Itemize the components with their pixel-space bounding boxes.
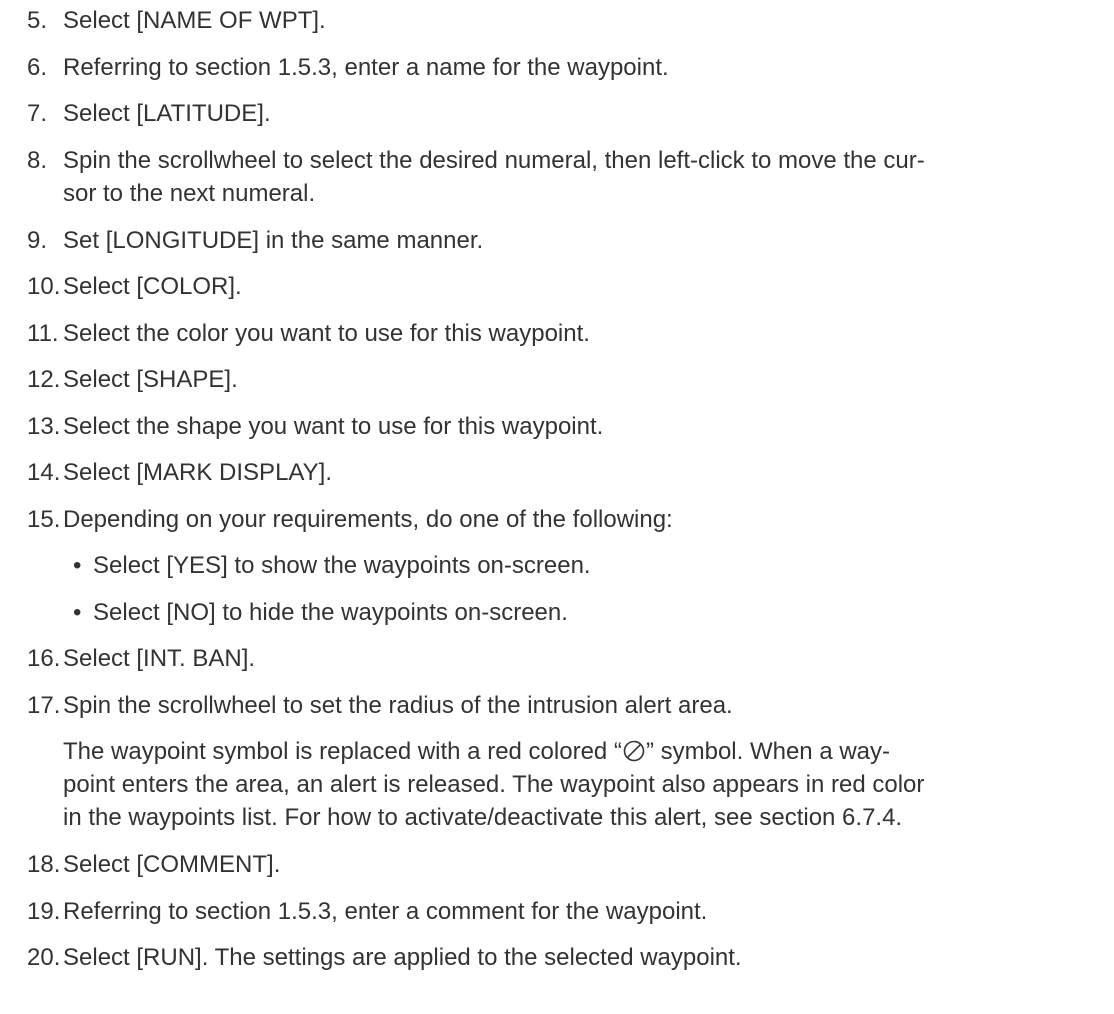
step-text: Select [NAME OF WPT]. (63, 7, 326, 34)
step-text: Select [COLOR]. (63, 273, 242, 300)
bullet-text: Select [YES] to show the waypoints on-sc… (93, 552, 591, 579)
step-text: Depending on your requirements, do one o… (63, 506, 673, 533)
step-number: 17. (27, 692, 61, 719)
step-number: 20. (27, 944, 61, 971)
step-number: 9. (27, 227, 48, 254)
note-text: ” symbol. When a way- (645, 738, 891, 765)
step-text: Select the shape you want to use for thi… (63, 413, 604, 440)
step-text: Spin the scrollwheel to set the radius o… (63, 692, 733, 719)
step-number: 19. (27, 898, 61, 925)
step-text: Select [LATITUDE]. (63, 100, 271, 127)
procedure-steps: 5. Select [NAME OF WPT]. 6. Referring to… (0, 0, 1114, 1014)
note-line-3: in the waypoints list. For how to activa… (63, 804, 903, 831)
step-text: Referring to section 1.5.3, enter a comm… (63, 898, 708, 925)
step-number: 10. (27, 273, 61, 300)
note-text: The waypoint symbol is replaced with a r… (63, 738, 622, 765)
step-text: Spin the scrollwheel to select the desir… (63, 147, 925, 174)
no-entry-icon (623, 740, 645, 762)
step-text: Set [LONGITUDE] in the same manner. (63, 227, 484, 254)
step-number: 6. (27, 54, 48, 81)
step-text: Select [RUN]. The settings are applied t… (63, 944, 742, 971)
step-number: 5. (27, 7, 48, 34)
step-number: 15. (27, 506, 61, 533)
step-text: Select [INT. BAN]. (63, 645, 256, 672)
step-number: 12. (27, 366, 61, 393)
step-17-note: The waypoint symbol is replaced with a r… (63, 735, 1103, 834)
step-text: Select [MARK DISPLAY]. (63, 459, 332, 486)
step-text: Select [COMMENT]. (63, 851, 281, 878)
step-number: 11. (27, 320, 59, 347)
note-line-1: The waypoint symbol is replaced with a r… (63, 735, 1103, 768)
step-number: 18. (27, 851, 61, 878)
step-number: 13. (27, 413, 61, 440)
step-number: 16. (27, 645, 61, 672)
bullet-icon: • (73, 599, 82, 626)
step-number: 7. (27, 100, 48, 127)
step-number: 8. (27, 147, 48, 174)
step-number: 14. (27, 459, 61, 486)
bullet-icon: • (73, 552, 82, 579)
bullet-text: Select [NO] to hide the waypoints on-scr… (93, 599, 568, 626)
note-line-2: point enters the area, an alert is relea… (63, 771, 925, 798)
step-text: Select [SHAPE]. (63, 366, 238, 393)
step-text: sor to the next numeral. (63, 180, 316, 207)
step-text: Referring to section 1.5.3, enter a name… (63, 54, 669, 81)
step-text: Select the color you want to use for thi… (63, 320, 590, 347)
